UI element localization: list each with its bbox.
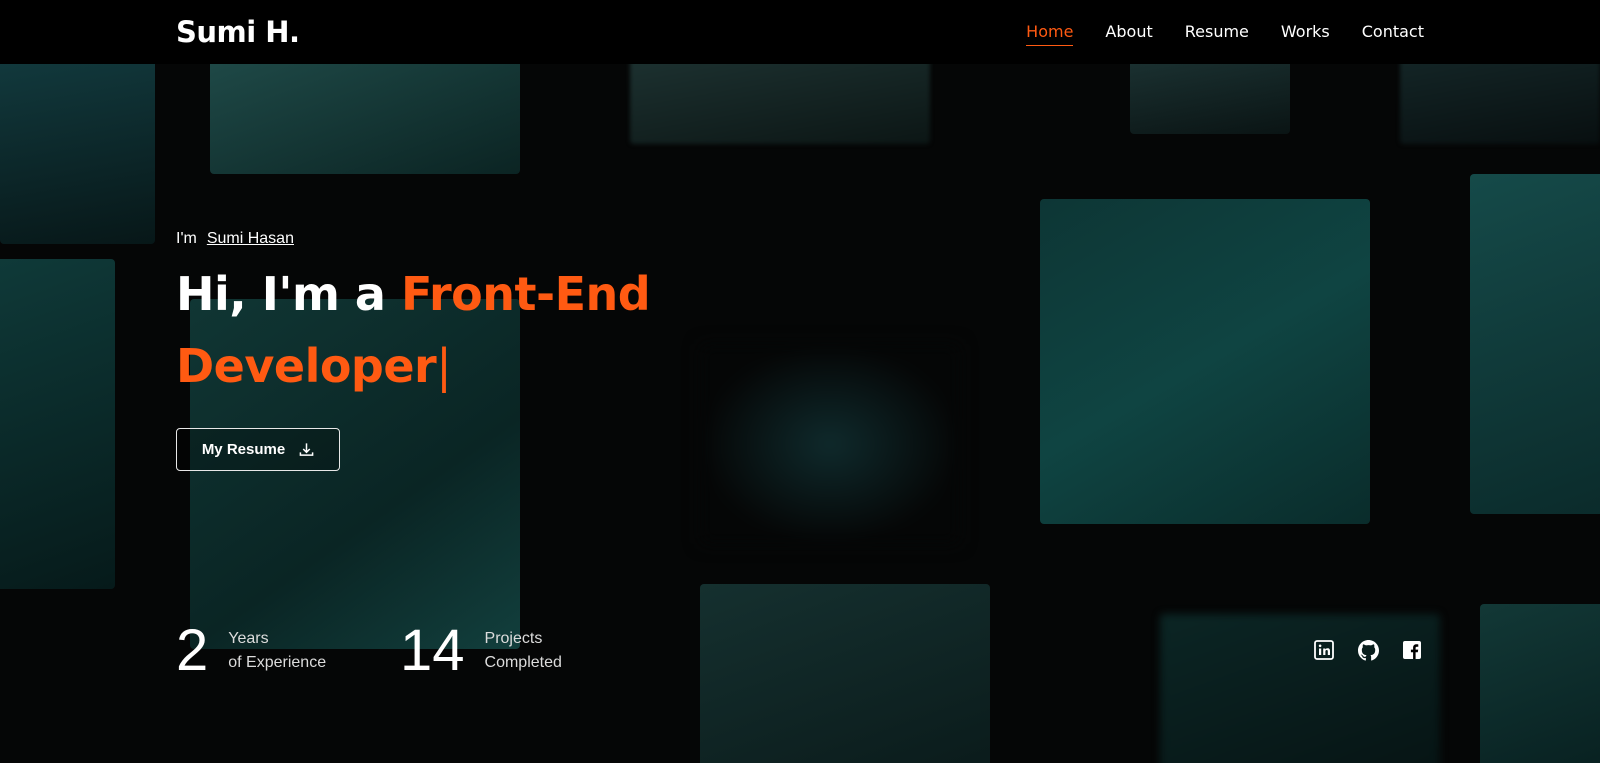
nav-item-resume[interactable]: Resume (1185, 22, 1249, 46)
resume-button-label: My Resume (201, 441, 286, 458)
stat-projects-label-line1: Projects (484, 630, 543, 647)
my-resume-button[interactable]: My Resume (176, 428, 340, 471)
github-icon[interactable] (1358, 640, 1380, 662)
hero-intro: I'm Sumi Hasan (176, 230, 650, 248)
stat-projects: 14 Projects Completed (400, 620, 562, 682)
nav-item-about[interactable]: About (1105, 22, 1152, 46)
intro-prefix: I'm (176, 230, 197, 247)
stat-experience: 2 Years of Experience (176, 620, 326, 682)
social-links (1314, 640, 1424, 662)
stat-experience-label-line2: of Experience (228, 654, 327, 671)
headline-prefix: Hi, I'm a (176, 267, 401, 321)
stat-experience-value: 2 (176, 618, 209, 683)
page: Sumi H. Home About Resume Works Contact … (0, 0, 1600, 763)
stat-projects-label-line2: Completed (484, 654, 562, 671)
stat-projects-label: Projects Completed (485, 627, 562, 675)
typing-cursor: | (436, 339, 452, 393)
nav-item-contact[interactable]: Contact (1362, 22, 1424, 46)
site-logo[interactable]: Sumi H. (176, 15, 300, 49)
headline-role-line2: Developer (176, 339, 437, 393)
headline-role-line1: Front-End (400, 267, 651, 321)
stat-experience-label-line1: Years (228, 630, 269, 647)
nav-item-home[interactable]: Home (1026, 22, 1074, 46)
intro-name: Sumi Hasan (206, 230, 294, 247)
stat-projects-value: 14 (400, 618, 465, 683)
facebook-icon[interactable] (1402, 640, 1424, 662)
nav-item-works[interactable]: Works (1281, 22, 1330, 46)
hero-headline: Hi, I'm a Front-End Developer| (176, 258, 651, 402)
download-icon (299, 443, 314, 456)
hero-section: I'm Sumi Hasan Hi, I'm a Front-End Develo… (176, 230, 651, 471)
stat-experience-label: Years of Experience (228, 627, 326, 675)
main-nav: Home About Resume Works Contact (1026, 22, 1424, 46)
linkedin-icon[interactable] (1314, 640, 1336, 662)
site-header: Sumi H. Home About Resume Works Contact (0, 0, 1600, 64)
